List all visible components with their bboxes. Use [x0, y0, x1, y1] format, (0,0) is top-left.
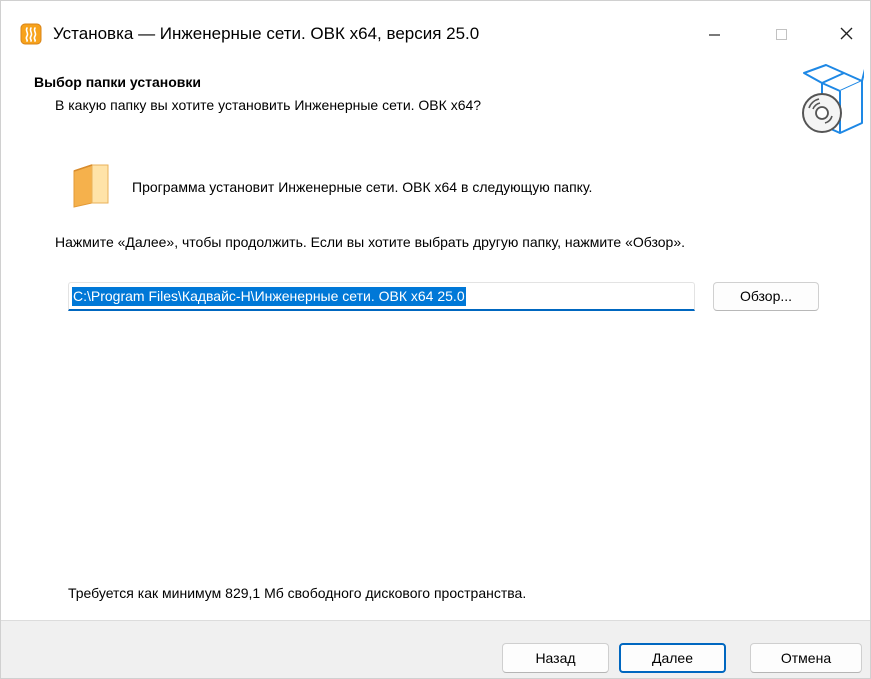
- button-bar: Назад Далее Отмена: [1, 620, 870, 678]
- minimize-icon[interactable]: [691, 15, 737, 51]
- page-subtitle: В какую папку вы хотите установить Инжен…: [55, 97, 482, 113]
- install-path-value: C:\Program Files\Кадвайс-Н\Инженерные се…: [72, 287, 466, 306]
- disk-space-text: Требуется как минимум 829,1 Мб свободног…: [68, 585, 527, 601]
- next-button[interactable]: Далее: [619, 643, 726, 673]
- window-title: Установка — Инженерные сети. ОВК x64, ве…: [53, 24, 480, 43]
- install-info-text: Программа установит Инженерные сети. ОВК…: [132, 179, 593, 195]
- browse-button[interactable]: Обзор...: [713, 282, 819, 311]
- title-bar: Установка — Инженерные сети. ОВК x64, ве…: [1, 1, 870, 61]
- setup-box-icon: [802, 64, 864, 134]
- cancel-button[interactable]: Отмена: [750, 643, 862, 673]
- steam-heater-icon: [20, 23, 42, 45]
- installer-window: Установка — Инженерные сети. ОВК x64, ве…: [0, 0, 871, 679]
- maximize-icon[interactable]: [759, 15, 805, 51]
- continue-instructions: Нажмите «Далее», чтобы продолжить. Если …: [55, 234, 686, 250]
- install-path-input[interactable]: C:\Program Files\Кадвайс-Н\Инженерные се…: [68, 282, 695, 311]
- close-icon[interactable]: [824, 15, 870, 51]
- page-title: Выбор папки установки: [34, 74, 202, 90]
- folder-icon: [73, 164, 109, 208]
- back-button[interactable]: Назад: [502, 643, 609, 673]
